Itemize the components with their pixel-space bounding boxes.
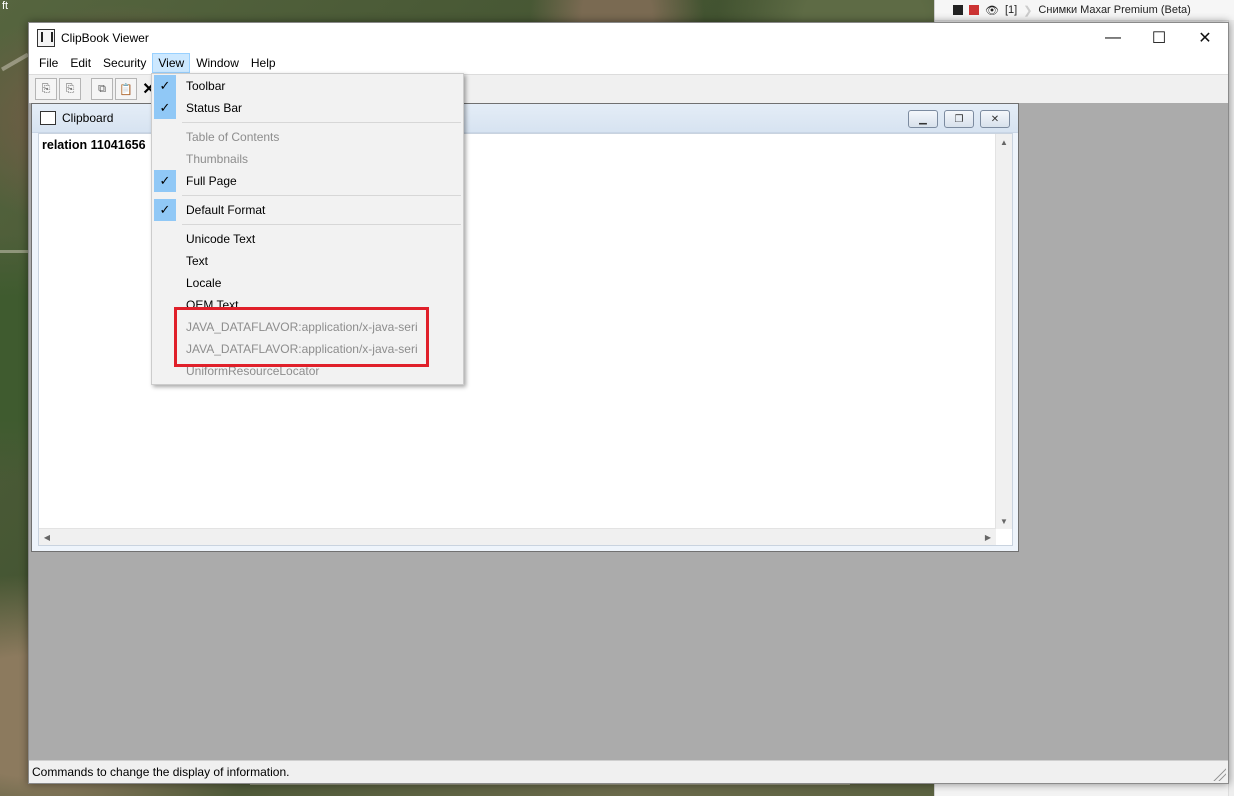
scroll-left-icon[interactable]: ◀ [39, 529, 55, 545]
scroll-down-icon[interactable]: ▼ [996, 513, 1012, 529]
menu-security[interactable]: Security [97, 53, 152, 73]
menu-item-text[interactable]: Text [154, 250, 461, 272]
menu-item-toolbar[interactable]: ✓ Toolbar [154, 75, 461, 97]
disconnect-icon[interactable]: ⎘ [59, 78, 81, 100]
menu-item-full-page[interactable]: ✓ Full Page [154, 170, 461, 192]
layer-index: [1] [1004, 4, 1018, 16]
layer-row[interactable]: 👁 [1] ❯ Снимки Maxar Premium (Beta) [935, 0, 1234, 21]
red-highlight-annotation [174, 307, 429, 367]
child-restore-button[interactable]: ❐ [944, 110, 974, 128]
layer-icon [953, 5, 963, 15]
title-bar[interactable]: ClipBook Viewer — ☐ ✕ [29, 23, 1228, 52]
menu-item-default-format[interactable]: ✓ Default Format [154, 199, 461, 221]
toolbar-separator [83, 79, 89, 99]
horizontal-scrollbar[interactable]: ◀ ▶ [39, 528, 996, 545]
close-button[interactable]: ✕ [1182, 23, 1228, 52]
menu-bar: File Edit Security View Window Help [29, 52, 1228, 74]
scroll-up-icon[interactable]: ▲ [996, 134, 1012, 150]
minimize-button[interactable]: — [1090, 23, 1136, 52]
menu-help[interactable]: Help [245, 53, 282, 73]
menu-item-thumbnails[interactable]: Thumbnails [154, 148, 461, 170]
check-icon: ✓ [154, 199, 176, 221]
visibility-eye-icon[interactable]: 👁 [985, 4, 999, 17]
check-icon: ✓ [154, 75, 176, 97]
menu-file[interactable]: File [33, 53, 64, 73]
status-bar: Commands to change the display of inform… [29, 760, 1228, 783]
menu-edit[interactable]: Edit [64, 53, 97, 73]
copy-icon[interactable]: ⧉ [91, 78, 113, 100]
status-text: Commands to change the display of inform… [32, 765, 290, 779]
menu-item-unicode-text[interactable]: Unicode Text [154, 228, 461, 250]
clipboard-title: Clipboard [62, 111, 114, 125]
check-icon: ✓ [154, 97, 176, 119]
check-icon: ✓ [154, 170, 176, 192]
menu-item-status-bar[interactable]: ✓ Status Bar [154, 97, 461, 119]
menu-separator [182, 195, 461, 196]
window-title: ClipBook Viewer [61, 30, 149, 45]
child-minimize-button[interactable]: ▁ [908, 110, 938, 128]
paste-icon[interactable]: 📋 [115, 78, 137, 100]
child-close-button[interactable]: ✕ [980, 110, 1010, 128]
menu-item-table-of-contents[interactable]: Table of Contents [154, 126, 461, 148]
scroll-right-icon[interactable]: ▶ [980, 529, 996, 545]
layer-arrow-icon: ❯ [1023, 4, 1033, 17]
clipbook-app-icon [37, 28, 55, 47]
menu-window[interactable]: Window [190, 53, 245, 73]
menu-separator [182, 224, 461, 225]
resize-grip-icon[interactable] [1212, 767, 1226, 781]
vertical-scrollbar[interactable]: ▲ ▼ [995, 134, 1012, 529]
layer-name: Снимки Maxar Premium (Beta) [1038, 4, 1191, 16]
connect-icon[interactable]: ⎘ [35, 78, 57, 100]
menu-item-locale[interactable]: Locale [154, 272, 461, 294]
map-label: ft [2, 0, 9, 12]
clipboard-icon [40, 111, 56, 125]
layer-flag-icon [969, 5, 979, 15]
maximize-button[interactable]: ☐ [1136, 23, 1182, 52]
clipboard-text: relation 11041656 [42, 138, 146, 152]
menu-separator [182, 122, 461, 123]
menu-view[interactable]: View [152, 53, 191, 73]
